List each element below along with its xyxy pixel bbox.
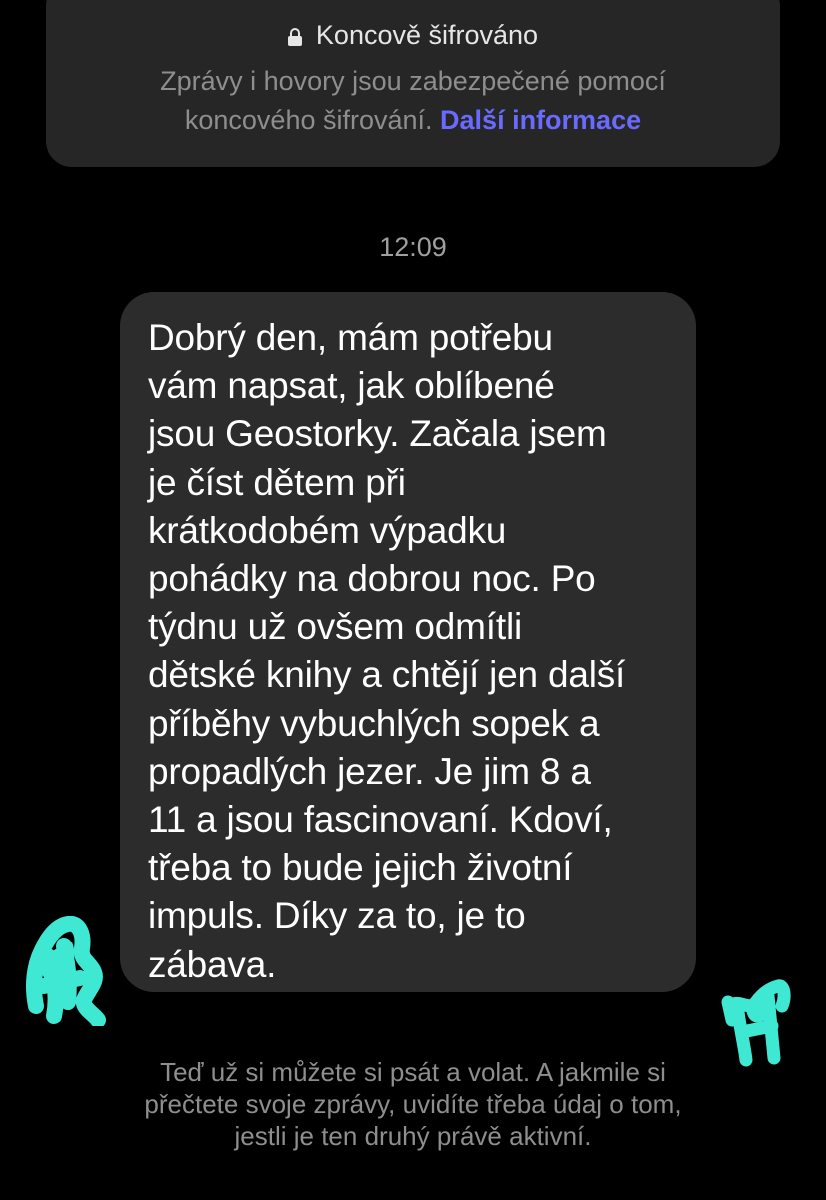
incoming-message-bubble[interactable]: Dobrý den, mám potřebu vám napsat, jak o… — [120, 292, 696, 992]
redaction-scribble-right — [721, 979, 791, 1067]
more-info-link[interactable]: Další informace — [440, 105, 641, 135]
encryption-notice-description-block: Zprávy i hovory jsou zabezpečené pomocí … — [106, 62, 720, 140]
redaction-scribble-left — [26, 916, 106, 1026]
encryption-notice-title: Koncově šifrováno — [315, 20, 539, 50]
message-text: Dobrý den, mám potřebu vám napsat, jak o… — [148, 317, 626, 985]
encryption-notice-card: Koncově šifrováno Zprávy i hovory jsou z… — [46, 0, 780, 167]
message-timestamp: 12:09 — [379, 232, 447, 262]
encryption-notice-title-row: Koncově šifrováno — [46, 18, 780, 52]
lock-icon — [287, 28, 302, 46]
chat-info-footer-note: Teď už si můžete si psát a volat. A jakm… — [144, 1057, 682, 1151]
